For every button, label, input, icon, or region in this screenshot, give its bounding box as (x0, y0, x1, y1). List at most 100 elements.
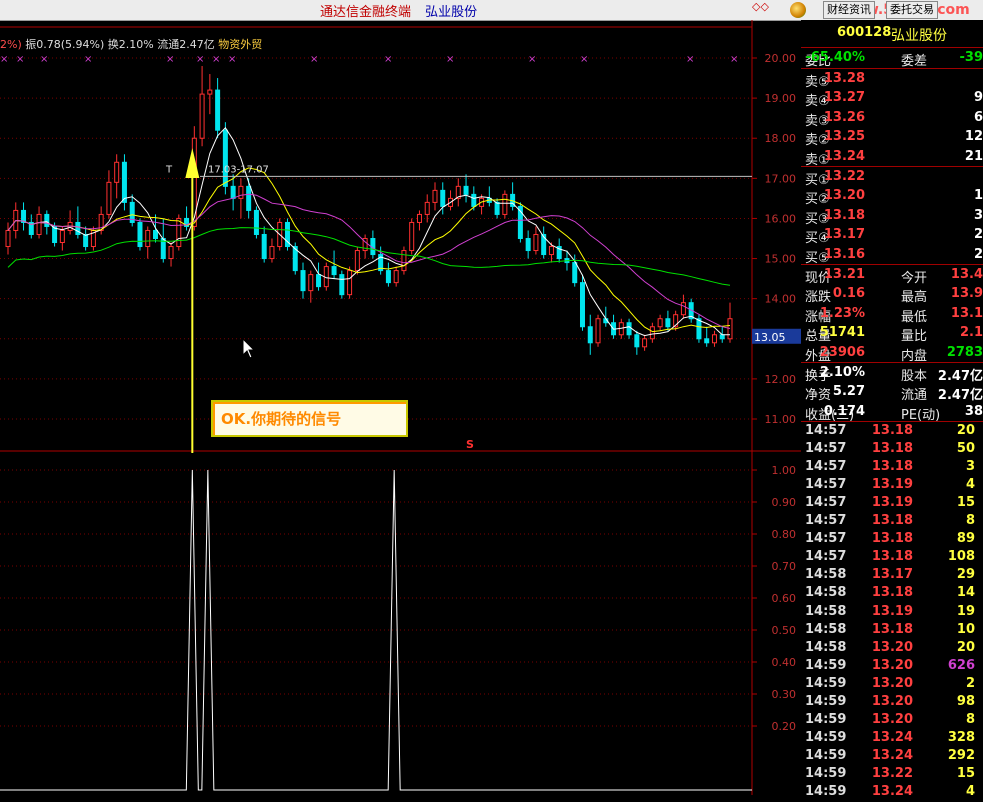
tick-trade-row: 14:5713.194 (801, 477, 983, 495)
price-tick-label: 11.00 (765, 413, 797, 426)
signal-marker: × (228, 54, 236, 65)
trade-price: 13.18 (872, 513, 913, 528)
stat-value-2: 13.9 (951, 286, 983, 301)
trade-time: 14:59 (805, 676, 846, 691)
buy-level-price: 13.16 (824, 247, 865, 262)
candle-body (720, 335, 724, 339)
stock-name-title: 弘业股份 (425, 5, 477, 20)
signal-marker: × (528, 54, 536, 65)
trade-time: 14:59 (805, 694, 846, 709)
trade-volume: 19 (957, 604, 975, 619)
fundamental-row: 收益(三)0.174PE(动)38 (801, 403, 983, 422)
stat-value-2: 2783 (947, 345, 983, 360)
restore-icon[interactable]: ◇◇ (752, 0, 769, 13)
fund-label: 净资 (805, 384, 831, 403)
signal-marker: × (212, 54, 220, 65)
stat-label-2: 最低 (901, 306, 927, 325)
trade-price: 13.20 (872, 640, 913, 655)
candle-body (402, 251, 406, 271)
trade-price: 13.22 (872, 766, 913, 781)
fund-label-2: 流通 (901, 384, 927, 403)
candle-body (712, 335, 716, 343)
stat-value-2: 13.4 (951, 267, 983, 282)
candle-body (115, 162, 119, 182)
tick-trade-row: 14:5713.1889 (801, 531, 983, 549)
indicator-tick-label: 0.40 (772, 656, 797, 669)
signal-arrow-head (185, 148, 199, 178)
trade-volume: 15 (957, 495, 975, 510)
signal-marker: × (686, 54, 694, 65)
candle-body (332, 267, 336, 275)
trade-time: 14:57 (805, 495, 846, 510)
signal-marker: × (84, 54, 92, 65)
candle-body (146, 230, 150, 246)
candle-body (573, 263, 577, 283)
trade-time: 14:59 (805, 784, 846, 799)
fund-label-2: 股本 (901, 365, 927, 384)
sell-level-price: 13.25 (824, 129, 865, 144)
candle-body (45, 214, 49, 226)
sell-level-volume: 12 (965, 129, 983, 144)
candle-body (177, 218, 181, 246)
trade-price: 13.20 (872, 694, 913, 709)
candle-body (340, 275, 344, 295)
stock-name: 弘业股份 (891, 25, 947, 45)
buy-level-price: 13.22 (824, 169, 865, 184)
current-price-tag: 13.05 (754, 331, 786, 344)
signal-marker: × (16, 54, 24, 65)
candle-body (76, 222, 80, 234)
trade-price: 13.18 (872, 622, 913, 637)
sell-level-price: 13.26 (824, 110, 865, 125)
candle-body (588, 327, 592, 343)
trade-price: 13.18 (872, 441, 913, 456)
buy-level-price: 13.20 (824, 188, 865, 203)
indicator-tick-label: 0.70 (772, 560, 797, 573)
candle-body (270, 247, 274, 259)
stat-row: 涨幅1.23%最低13.1 (801, 305, 983, 324)
trade-button[interactable]: 委托交易 (886, 1, 938, 19)
buy-level-volume: 3 (974, 208, 983, 223)
trade-volume: 20 (957, 640, 975, 655)
trade-volume: 20 (957, 423, 975, 438)
buy-level-volume: 1 (974, 188, 983, 203)
indicator-tick-label: 0.20 (772, 720, 797, 733)
fundamental-row: 换手2.10%股本2.47亿 (801, 364, 983, 383)
stat-label-2: 内盘 (901, 345, 927, 364)
stat-row: 现价13.21今开13.4 (801, 266, 983, 285)
sell-level-price: 13.27 (824, 90, 865, 105)
sell-level-price: 13.28 (824, 71, 865, 86)
trade-price: 13.19 (872, 477, 913, 492)
candle-body (301, 271, 305, 291)
tick-trade-row: 14:5913.244 (801, 784, 983, 802)
stat-value-2: 13.1 (951, 306, 983, 321)
quote-header: 600128 弘业股份 (801, 25, 983, 43)
buy-level-row: 买②13.201 (801, 187, 983, 206)
candle-body (348, 271, 352, 295)
trade-volume: 14 (957, 585, 975, 600)
candle-body (697, 319, 701, 339)
trade-volume: 3 (966, 459, 975, 474)
candle-body (138, 222, 142, 246)
trade-price: 13.20 (872, 658, 913, 673)
trade-time: 14:57 (805, 459, 846, 474)
candle-body (635, 335, 639, 347)
candle-body (247, 186, 251, 210)
tick-trade-row: 14:5813.1810 (801, 622, 983, 640)
trade-volume: 15 (957, 766, 975, 781)
candle-body (386, 271, 390, 283)
sell-level-row: 卖④13.279 (801, 89, 983, 108)
trade-time: 14:59 (805, 730, 846, 745)
news-button[interactable]: 财经资讯 (823, 1, 875, 19)
stat-label-2: 量比 (901, 325, 927, 344)
stat-value-2: 2.1 (960, 325, 983, 340)
tick-trade-row: 14:5713.1915 (801, 495, 983, 513)
price-tick-label: 18.00 (765, 132, 797, 145)
trade-time: 14:58 (805, 567, 846, 582)
trade-time: 14:58 (805, 585, 846, 600)
trade-price: 13.17 (872, 567, 913, 582)
quote-panel: 600128 弘业股份 委比 -65.40% 委差 -39 卖⑤13.28卖④1… (801, 20, 983, 795)
price-tick-label: 20.00 (765, 52, 797, 65)
candle-body (410, 222, 414, 250)
candle-body (728, 319, 732, 339)
trade-volume: 292 (948, 748, 975, 763)
